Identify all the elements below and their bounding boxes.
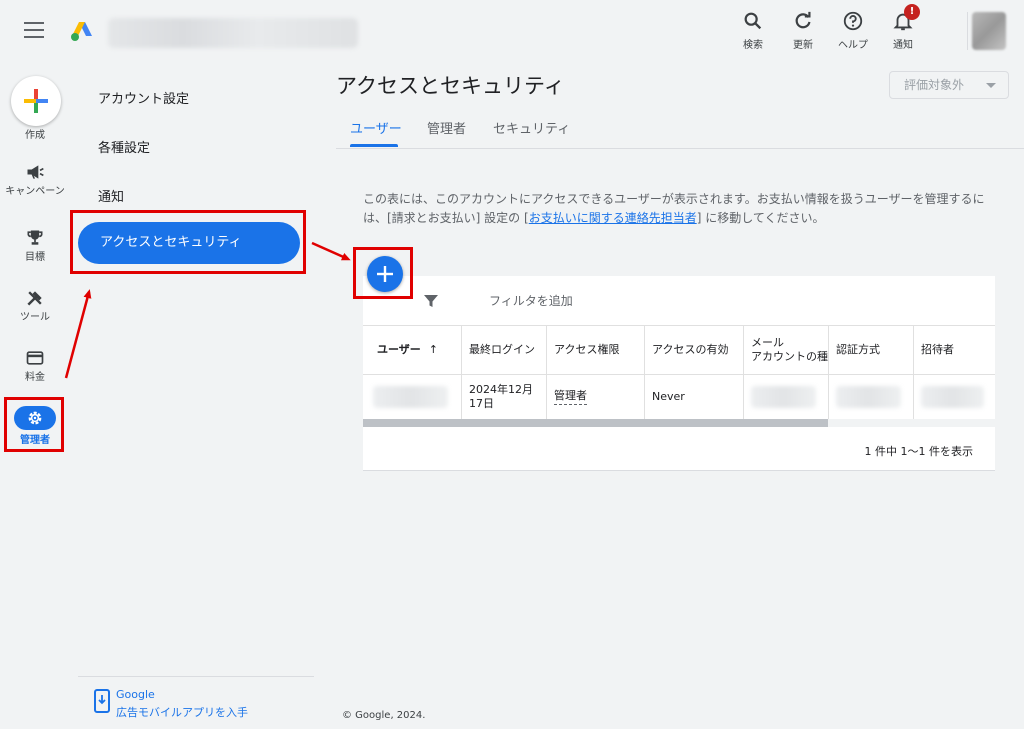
rail-label-tools: ツール <box>20 312 50 323</box>
blurred-email <box>373 386 448 408</box>
copyright: © Google, 2024. <box>342 710 426 721</box>
google-ads-logo[interactable] <box>70 20 94 42</box>
rail-item-goals[interactable]: 目標 <box>0 228 70 264</box>
avatar[interactable] <box>972 12 1006 50</box>
create-label: 作成 <box>25 130 45 141</box>
trophy-icon <box>27 230 43 245</box>
users-table-card: フィルタを追加 ユーザー ↑ 最終ログイン アクセス権限 アクセスの有効 メール… <box>363 276 995 471</box>
tab-security[interactable]: セキュリティ <box>493 118 570 137</box>
highlight-box-add-user <box>353 247 413 299</box>
rail-label-campaigns: キャンペーン <box>5 186 65 197</box>
horizontal-scrollbar[interactable] <box>363 419 995 427</box>
help-icon <box>843 11 863 31</box>
tab-users[interactable]: ユーザー <box>350 118 402 137</box>
tools-icon <box>27 291 42 306</box>
admin-subnav: アカウント設定 各種設定 通知 アクセスとセキュリティ Google 広告モバイ… <box>70 64 316 729</box>
search-label: 検索 <box>743 40 763 51</box>
refresh-icon <box>795 11 811 29</box>
phone-download-icon <box>94 689 110 713</box>
column-header-email-account-type[interactable]: メール アカウントの種 <box>743 326 828 374</box>
page-title: アクセスとセキュリティ <box>336 74 565 98</box>
filter-icon[interactable] <box>423 293 439 309</box>
column-header-expiry[interactable]: アクセスの有効 <box>644 326 743 374</box>
cell-auth-blurred <box>828 375 913 419</box>
plus-multicolor-icon <box>24 89 48 113</box>
cell-inviter-blurred <box>913 375 995 419</box>
add-filter-button[interactable]: フィルタを追加 <box>489 292 573 309</box>
rail-item-billing[interactable]: 料金 <box>0 348 70 384</box>
eval-status-value: 評価対象外 <box>904 78 965 92</box>
rail-item-campaigns[interactable]: キャンペーン <box>0 162 70 198</box>
rail-label-billing: 料金 <box>25 372 45 383</box>
create-button[interactable] <box>11 76 61 126</box>
subnav-item-settings[interactable]: 各種設定 <box>98 137 150 156</box>
active-tab-indicator <box>350 144 398 147</box>
account-name-blurred[interactable] <box>108 18 358 48</box>
sort-arrow-icon: ↑ <box>428 343 438 356</box>
chevron-down-icon <box>986 83 996 88</box>
mobile-app-link-line2[interactable]: 広告モバイルアプリを入手 <box>116 704 248 720</box>
billing-card-icon <box>26 351 44 365</box>
refresh-button[interactable]: 更新 <box>778 8 828 51</box>
tab-admins[interactable]: 管理者 <box>427 118 466 137</box>
help-button[interactable]: ヘルプ <box>828 8 878 51</box>
blurred-inviter <box>921 386 984 408</box>
menu-icon[interactable] <box>24 22 44 38</box>
column-header-invited-by[interactable]: 招待者 <box>913 326 995 374</box>
search-button[interactable]: 検索 <box>728 8 778 51</box>
notifications-label: 通知 <box>893 40 913 51</box>
cell-user-blurred[interactable] <box>363 375 461 419</box>
cell-access-level[interactable]: 管理者 <box>546 375 644 419</box>
column-header-auth-method[interactable]: 認証方式 <box>828 326 913 374</box>
pagination-summary: 1 件中 1〜1 件を表示 <box>864 445 974 458</box>
billing-contact-link[interactable]: お支払いに関する連絡先担当者 <box>529 211 697 225</box>
rail-item-tools[interactable]: ツール <box>0 288 70 324</box>
tabs-divider <box>336 148 1024 149</box>
highlight-box-admin <box>4 397 64 452</box>
search-icon <box>744 12 762 30</box>
column-header-user[interactable]: ユーザー ↑ <box>363 326 461 374</box>
top-actions: 検索 更新 ヘルプ ! 通知 <box>728 4 928 51</box>
blurred-email-type <box>751 386 817 408</box>
column-header-last-login[interactable]: 最終ログイン <box>461 326 546 374</box>
column-header-access[interactable]: アクセス権限 <box>546 326 644 374</box>
eval-status-dropdown[interactable]: 評価対象外 <box>889 71 1009 99</box>
blurred-auth <box>836 386 902 408</box>
subnav-item-account-settings[interactable]: アカウント設定 <box>98 88 189 107</box>
subnav-item-notifications[interactable]: 通知 <box>98 186 124 205</box>
top-divider <box>967 12 968 50</box>
scrollbar-thumb[interactable] <box>363 419 828 427</box>
cell-last-login: 2024年12月17日 <box>461 375 546 419</box>
subnav-footer-divider <box>78 676 314 677</box>
header-user-label: ユーザー <box>377 343 421 356</box>
notifications-button[interactable]: ! 通知 <box>878 4 928 51</box>
cell-expiry: Never <box>644 375 743 419</box>
highlight-box-access-security <box>70 210 306 274</box>
description-text-2: ] に移動してください。 <box>696 211 825 225</box>
top-bar: 検索 更新 ヘルプ ! 通知 <box>0 0 1024 64</box>
notification-badge: ! <box>904 4 920 20</box>
mobile-app-link-line1[interactable]: Google <box>116 688 155 701</box>
cell-email-type-blurred <box>743 375 828 419</box>
arrow-nav-to-add <box>311 241 351 261</box>
help-label: ヘルプ <box>838 40 868 51</box>
users-description: この表には、このアカウントにアクセスできるユーザーが表示されます。お支払い情報を… <box>363 190 1003 228</box>
access-level-value: 管理者 <box>554 389 587 405</box>
refresh-label: 更新 <box>793 40 813 51</box>
left-rail: 作成 キャンペーン 目標 ツール 料金 管理者 <box>0 64 70 729</box>
rail-label-goals: 目標 <box>25 252 45 263</box>
megaphone-icon <box>27 165 44 179</box>
